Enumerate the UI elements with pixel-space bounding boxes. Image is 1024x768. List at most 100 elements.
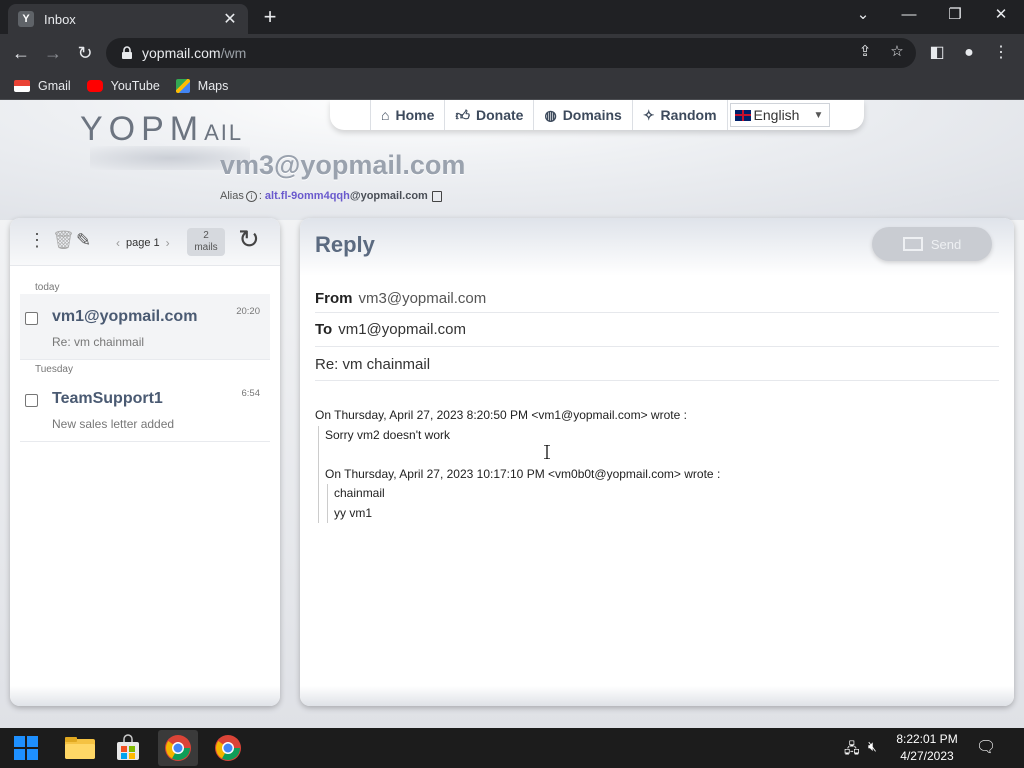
network-icon[interactable]: 🖧︎ [844,738,860,762]
mail-count: 2 [203,230,209,241]
send-button[interactable]: Send [872,227,992,261]
globe-icon: ◍ [544,106,557,123]
nested-quote-block: chainmail yy vm1 [327,484,720,523]
quote-text: yy vm1 [334,505,373,520]
quote-text: chainmail [334,486,385,500]
clock-time: 8:22:01 PM [896,732,958,746]
to-value: vm1@yopmail.com [338,321,466,338]
nav-domains[interactable]: ◍ Domains [534,100,633,130]
bookmark-label: Gmail [38,78,71,93]
day-label: Tuesday [35,364,73,375]
url-host: yopmail.com [142,45,221,61]
from-label: From [315,290,353,307]
mail-checkbox[interactable] [25,312,38,325]
compose-pencil-icon[interactable]: ✎ [76,230,91,251]
profile-icon[interactable]: ● [954,38,984,68]
chrome-icon[interactable] [158,730,198,766]
mailbox-address: vm3@yopmail.com [220,150,466,180]
quote-header: On Thursday, April 27, 2023 10:17:10 PM … [325,466,721,481]
prev-page-icon[interactable]: ‹ [116,236,120,250]
new-tab-button[interactable]: + [258,4,282,30]
quote-header: On Thursday, April 27, 2023 8:20:50 PM <… [315,408,687,422]
language-value: English [753,107,800,123]
system-clock[interactable]: 8:22:01 PM 4/27/2023 [890,731,964,765]
next-page-icon[interactable]: › [166,236,170,250]
inbox-panel: ⋮ 🗑︎ ✎ ‹ page 1 › 2 mails ↻ today vm1@yo… [10,218,280,706]
divider [315,312,999,313]
close-tab-icon[interactable]: ✕ [222,9,238,29]
inbox-panel-footer [10,686,280,706]
bookmark-star-icon[interactable]: ☆ [884,38,910,66]
bookmark-label: Maps [197,78,229,93]
browser-tab-bar: Y Inbox ✕ + ⌄ — ❐ ✕ [0,0,1024,34]
language-select[interactable]: English ▼ [729,103,831,127]
mail-item[interactable]: vm1@yopmail.com Re: vm chainmail 20:20 [20,294,270,360]
lock-icon[interactable] [120,46,134,60]
restore-button[interactable]: ❐ [932,0,978,30]
trash-icon[interactable]: 🗑︎ [52,230,75,251]
reply-header: Reply Send [300,218,1014,276]
alias-domain: @yopmail.com [349,190,428,202]
nav-random[interactable]: ✧ Random [633,100,728,130]
browser-tab-inbox[interactable]: Y Inbox ✕ [8,4,248,34]
notification-icon[interactable]: 🗨︎ [976,737,996,757]
nav-label: Home [395,107,435,123]
youtube-icon [86,79,103,92]
divider [315,380,999,381]
thumbs-up-icon: 👍︎ [455,106,471,123]
copy-icon[interactable] [431,190,442,202]
mail-time: 20:20 [236,306,260,317]
message-body-editor[interactable]: On Thursday, April 27, 2023 8:20:50 PM <… [315,406,720,523]
text-cursor-icon [544,445,550,459]
mail-time: 6:54 [241,388,261,399]
share-icon[interactable]: ⇪ [852,38,878,66]
gmail-icon [14,79,30,92]
mail-item[interactable]: TeamSupport1 New sales letter added 6:54 [20,376,270,442]
microsoft-store-icon[interactable] [108,730,148,766]
mail-sender: vm1@yopmail.com [52,308,198,325]
bookmark-maps[interactable]: Maps [175,78,229,93]
chevron-down-icon: ▼ [813,109,824,121]
alias-label: Alias [220,190,244,202]
volume-muted-icon[interactable]: 🔇︎ [868,738,877,755]
menu-kebab-icon[interactable]: ⋮ [986,38,1016,68]
back-icon[interactable]: ← [6,38,36,68]
bookmark-youtube[interactable]: YouTube [86,79,160,93]
address-bar[interactable]: yopmail.com/wm [106,38,916,68]
to-field[interactable]: To vm1@yopmail.com [315,321,999,338]
minimize-button[interactable]: — [886,0,932,30]
file-explorer-icon[interactable] [60,730,100,766]
url-path: /wm [220,45,247,61]
logo-text-small: AIL [204,120,244,145]
close-window-button[interactable]: ✕ [978,0,1024,30]
nav-donate[interactable]: 👍︎ Donate [445,100,535,130]
logo-text: YOPM [80,110,205,148]
browser-toolbar: ← → ↻ yopmail.com/wm ⇪ ☆ ◧ ● ⋮ [0,34,1024,72]
reload-icon[interactable]: ↻ [70,38,100,68]
clock-date: 4/27/2023 [900,749,954,763]
wand-icon: ✧ [642,106,655,123]
subject-field[interactable]: Re: vm chainmail [315,356,999,373]
nav-home[interactable]: ⌂ Home [370,100,446,130]
mail-count-label: mails [194,242,218,253]
to-label: To [315,321,333,338]
side-panel-icon[interactable]: ◧ [922,38,952,68]
info-icon[interactable]: i [245,190,257,202]
nav-label: Donate [476,107,524,123]
from-value: vm3@yopmail.com [358,290,487,307]
home-icon: ⌂ [381,107,390,123]
tab-search-icon[interactable]: ⌄ [840,0,886,30]
more-options-icon[interactable]: ⋮ [28,230,46,251]
forward-icon[interactable]: → [38,38,68,68]
yopmail-logo[interactable]: YOPMAIL [80,110,243,149]
day-label: today [35,282,60,293]
alias-separator: : [258,190,262,202]
windows-start-icon[interactable] [6,730,46,766]
page-label: page 1 [126,237,160,249]
chrome-profile-icon[interactable] [208,730,248,766]
nav-label: Random [660,107,717,123]
refresh-icon[interactable]: ↻ [238,224,260,255]
mail-checkbox[interactable] [25,394,38,407]
bookmark-gmail[interactable]: Gmail [14,79,71,93]
